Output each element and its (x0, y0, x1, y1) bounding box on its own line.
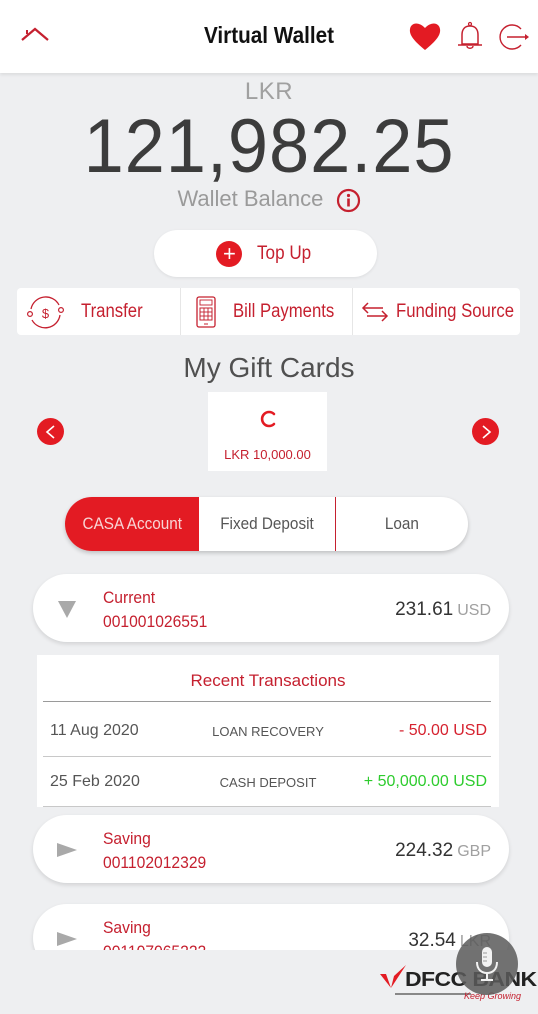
microphone-icon (476, 947, 498, 981)
info-icon (336, 188, 360, 212)
account-number: 001102012329 (103, 853, 207, 872)
bill-payments-button[interactable]: Bill Payments (181, 288, 353, 335)
account-balance-amount: 224.32 (395, 840, 454, 861)
tab-casa-account[interactable]: CASA Account (65, 497, 199, 551)
chevron-left-icon (45, 424, 55, 439)
account-type: Saving (103, 829, 151, 848)
transaction-row[interactable]: 11 Aug 2020 LOAN RECOVERY - 50.00 USD (37, 706, 499, 756)
caret-down-icon (58, 601, 76, 618)
account-card[interactable]: Current 001001026551 231.61 USD (33, 574, 509, 642)
info-button[interactable] (336, 188, 361, 213)
transfer-dollar-icon: $ (26, 295, 64, 328)
transaction-amount: - 50.00 USD (398, 722, 487, 739)
tab-label: CASA Account (82, 514, 182, 533)
logout-icon (499, 24, 529, 50)
voice-assistant-button[interactable] (456, 933, 518, 995)
caret-right-icon (57, 843, 77, 857)
chevron-right-icon (481, 424, 491, 439)
account-balance-amount: 32.54 (408, 930, 456, 951)
funding-source-button[interactable]: Funding Source (353, 288, 520, 335)
transaction-row[interactable]: 25 Feb 2020 CASH DEPOSIT + 50,000.00 USD (37, 757, 499, 807)
top-up-button[interactable]: + Top Up (154, 230, 377, 277)
bill-icon (196, 295, 216, 328)
account-type-tabs: CASA Account Fixed Deposit Loan (65, 497, 468, 551)
tab-fixed-deposit[interactable]: Fixed Deposit (199, 497, 336, 551)
recent-transactions-panel: Recent Transactions 11 Aug 2020 LOAN REC… (37, 655, 499, 807)
account-currency: GBP (457, 843, 491, 860)
gift-card-amount: LKR 10,000.00 (224, 447, 311, 462)
wallet-balance-label-row: Wallet Balance (0, 186, 538, 213)
quick-actions-bar: $ Transfer Bill Payments Funding Source (17, 288, 520, 335)
tab-label: Fixed Deposit (220, 514, 314, 533)
transaction-amount: + 50,000.00 USD (363, 773, 487, 790)
account-card[interactable]: Saving 001102012329 224.32 GBP (33, 815, 509, 883)
wallet-balance-label: Wallet Balance (177, 186, 324, 211)
notifications-button[interactable] (454, 20, 486, 52)
bill-payments-label: Bill Payments (233, 300, 335, 322)
recent-transactions-title: Recent Transactions (190, 671, 346, 690)
loading-spinner-icon (260, 410, 276, 428)
wallet-currency: LKR (244, 78, 294, 105)
transfer-label: Transfer (81, 300, 143, 322)
caret-right-icon (57, 932, 77, 946)
gift-card-next-button[interactable] (472, 418, 499, 445)
gift-cards-title: My Gift Cards (183, 352, 355, 383)
gift-card[interactable]: LKR 10,000.00 (208, 392, 327, 471)
tab-loan[interactable]: Loan (336, 497, 468, 551)
top-up-label: Top Up (257, 242, 312, 264)
gift-card-prev-button[interactable] (37, 418, 64, 445)
account-type: Saving (103, 918, 151, 937)
account-balance: 224.32 GBP (395, 840, 491, 862)
account-type: Current (103, 588, 156, 607)
divider (43, 806, 491, 807)
account-currency: USD (457, 602, 491, 619)
account-number: 001001026551 (103, 612, 208, 631)
tab-label: Loan (384, 514, 420, 533)
swap-arrows-icon (361, 301, 389, 322)
account-balance: 231.61 USD (395, 599, 491, 621)
wallet-balance-amount: 121,982.25 (83, 104, 455, 189)
divider (43, 701, 491, 702)
logout-button[interactable] (497, 22, 531, 52)
checkmark-logo-icon (380, 965, 406, 988)
heart-icon (409, 23, 441, 50)
svg-text:$: $ (42, 306, 50, 321)
app-header: Virtual Wallet (0, 0, 538, 73)
favorites-button[interactable] (408, 20, 442, 52)
transfer-button[interactable]: $ Transfer (17, 288, 181, 335)
logo-underline (395, 993, 471, 995)
plus-icon: + (216, 240, 243, 267)
bell-icon (458, 21, 482, 49)
funding-source-label: Funding Source (396, 300, 515, 322)
account-balance-amount: 231.61 (395, 599, 454, 620)
